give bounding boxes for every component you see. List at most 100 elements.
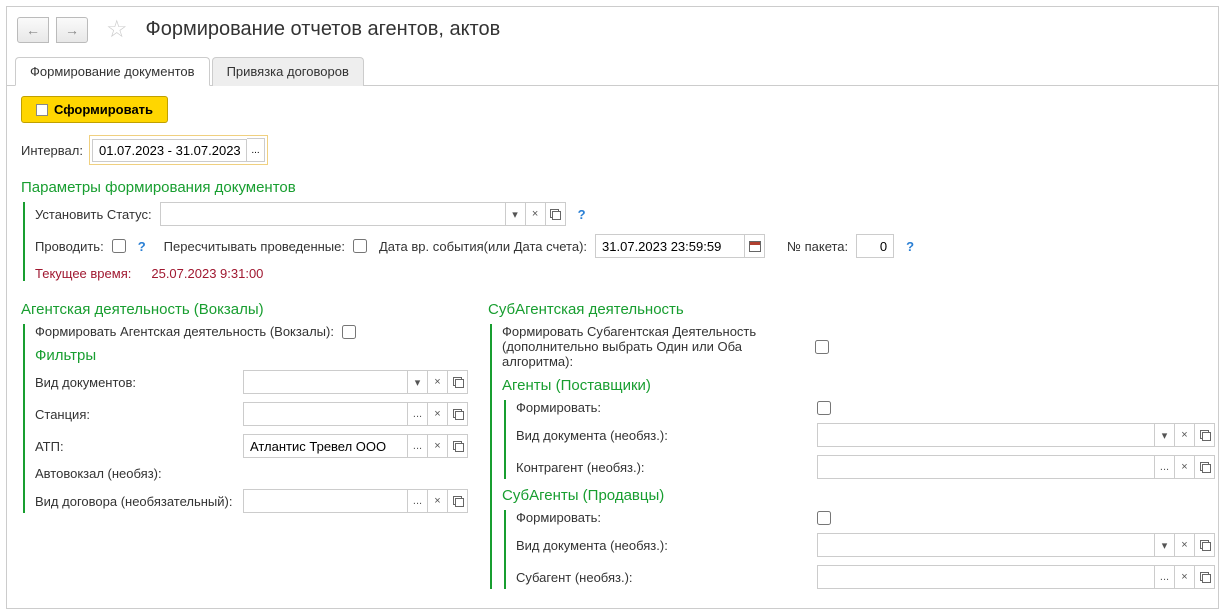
- clear-icon: ×: [434, 408, 440, 420]
- subagents-doc-dropdown-button[interactable]: ▾: [1155, 533, 1175, 557]
- contract-type-clear-button[interactable]: ×: [428, 489, 448, 513]
- generate-label: Сформировать: [54, 102, 153, 117]
- open-icon: [453, 441, 463, 451]
- subagents-doc-label: Вид документа (необяз.):: [516, 538, 809, 553]
- back-button[interactable]: ←: [17, 17, 49, 43]
- subagents-sub-input[interactable]: [817, 565, 1155, 589]
- atp-clear-button[interactable]: ×: [428, 434, 448, 458]
- status-clear-button[interactable]: ×: [526, 202, 546, 226]
- packet-label: № пакета:: [787, 239, 848, 254]
- status-open-button[interactable]: [546, 202, 566, 226]
- open-icon: [1200, 430, 1210, 440]
- station-open-button[interactable]: [448, 402, 468, 426]
- recalc-checkbox[interactable]: [353, 239, 367, 253]
- subagents-sellers-title: СубАгенты (Продавцы): [502, 487, 1215, 504]
- recalc-label: Пересчитывать проведенные:: [164, 239, 345, 254]
- subagents-form-checkbox[interactable]: [817, 511, 831, 525]
- station-input[interactable]: [243, 402, 408, 426]
- open-icon: [1200, 540, 1210, 550]
- agents-counterparty-open-button[interactable]: [1195, 455, 1215, 479]
- tab-label: Привязка договоров: [227, 64, 349, 79]
- doc-type-open-button[interactable]: [448, 370, 468, 394]
- agent-section-title: Агентская деятельность (Вокзалы): [21, 301, 468, 318]
- generate-button[interactable]: Сформировать: [21, 96, 168, 123]
- agents-counterparty-select-button[interactable]: ...: [1155, 455, 1175, 479]
- tab-link-contracts[interactable]: Привязка договоров: [212, 57, 364, 86]
- tab-form-documents[interactable]: Формирование документов: [15, 57, 210, 86]
- help-icon[interactable]: ?: [578, 207, 586, 222]
- open-icon: [1200, 462, 1210, 472]
- atp-select-button[interactable]: ...: [408, 434, 428, 458]
- help-icon[interactable]: ?: [138, 239, 146, 254]
- form-subagent-checkbox[interactable]: [815, 340, 829, 354]
- subagents-sub-select-button[interactable]: ...: [1155, 565, 1175, 589]
- agents-suppliers-title: Агенты (Поставщики): [502, 377, 1215, 394]
- contract-type-label: Вид договора (необязательный):: [35, 494, 235, 509]
- conduct-checkbox[interactable]: [112, 239, 126, 253]
- agents-form-label: Формировать:: [516, 400, 809, 415]
- chevron-down-icon: ▾: [1162, 429, 1168, 442]
- event-date-label: Дата вр. события(или Дата счета):: [379, 239, 587, 254]
- atp-input[interactable]: [243, 434, 408, 458]
- interval-select-button[interactable]: ...: [247, 138, 265, 162]
- agents-doc-dropdown-button[interactable]: ▾: [1155, 423, 1175, 447]
- open-icon: [1200, 572, 1210, 582]
- packet-input[interactable]: [856, 234, 894, 258]
- current-time-value: 25.07.2023 9:31:00: [151, 266, 263, 281]
- agents-counterparty-label: Контрагент (необяз.):: [516, 460, 809, 475]
- agents-counterparty-input[interactable]: [817, 455, 1155, 479]
- subagents-sub-open-button[interactable]: [1195, 565, 1215, 589]
- bus-station-label: Автовокзал (необяз):: [35, 466, 235, 481]
- form-agent-label: Формировать Агентская деятельность (Вокз…: [35, 324, 334, 339]
- event-date-calendar-button[interactable]: [745, 234, 765, 258]
- form-agent-checkbox[interactable]: [342, 325, 356, 339]
- open-icon: [453, 377, 463, 387]
- clear-icon: ×: [434, 495, 440, 507]
- status-input[interactable]: [160, 202, 506, 226]
- contract-type-input[interactable]: [243, 489, 408, 513]
- agents-counterparty-clear-button[interactable]: ×: [1175, 455, 1195, 479]
- conduct-label: Проводить:: [35, 239, 104, 254]
- status-dropdown-button[interactable]: ▾: [506, 202, 526, 226]
- current-time-label: Текущее время:: [35, 266, 131, 281]
- doc-type-label: Вид документов:: [35, 375, 235, 390]
- subagents-sub-clear-button[interactable]: ×: [1175, 565, 1195, 589]
- clear-icon: ×: [532, 208, 538, 220]
- atp-label: АТП:: [35, 439, 235, 454]
- subagents-doc-open-button[interactable]: [1195, 533, 1215, 557]
- event-date-input[interactable]: [595, 234, 745, 258]
- form-subagent-label: Формировать Субагентская Деятельность (д…: [502, 324, 807, 369]
- agents-doc-clear-button[interactable]: ×: [1175, 423, 1195, 447]
- subagents-doc-input[interactable]: [817, 533, 1155, 557]
- favorite-star-icon[interactable]: ☆: [106, 15, 128, 44]
- report-icon: [36, 104, 48, 116]
- station-clear-button[interactable]: ×: [428, 402, 448, 426]
- station-label: Станция:: [35, 407, 235, 422]
- contract-type-open-button[interactable]: [448, 489, 468, 513]
- station-select-button[interactable]: ...: [408, 402, 428, 426]
- interval-input[interactable]: [92, 139, 247, 162]
- atp-open-button[interactable]: [448, 434, 468, 458]
- clear-icon: ×: [1181, 571, 1187, 583]
- filters-title: Фильтры: [35, 347, 468, 364]
- subagents-form-label: Формировать:: [516, 510, 809, 525]
- clear-icon: ×: [1181, 539, 1187, 551]
- doc-type-input[interactable]: [243, 370, 408, 394]
- doc-type-dropdown-button[interactable]: ▾: [408, 370, 428, 394]
- agents-doc-open-button[interactable]: [1195, 423, 1215, 447]
- agents-doc-input[interactable]: [817, 423, 1155, 447]
- subagents-doc-clear-button[interactable]: ×: [1175, 533, 1195, 557]
- arrow-right-icon: →: [65, 22, 79, 38]
- contract-type-select-button[interactable]: ...: [408, 489, 428, 513]
- open-icon: [453, 409, 463, 419]
- params-section-title: Параметры формирования документов: [21, 179, 1204, 196]
- agents-doc-label: Вид документа (необяз.):: [516, 428, 809, 443]
- status-label: Установить Статус:: [35, 207, 152, 222]
- agents-form-checkbox[interactable]: [817, 401, 831, 415]
- forward-button[interactable]: →: [56, 17, 88, 43]
- clear-icon: ×: [434, 440, 440, 452]
- doc-type-clear-button[interactable]: ×: [428, 370, 448, 394]
- help-icon[interactable]: ?: [906, 239, 914, 254]
- chevron-down-icon: ▾: [512, 208, 518, 221]
- open-icon: [453, 496, 463, 506]
